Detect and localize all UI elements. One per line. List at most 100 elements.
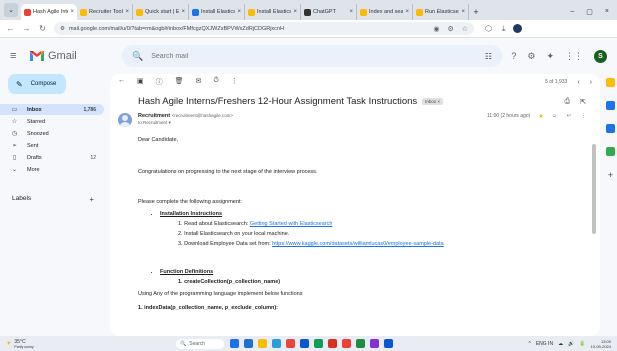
search-bar[interactable]: 🔍 ☷ <box>122 45 502 67</box>
tab-close-icon[interactable]: × <box>125 9 129 15</box>
taskbar-app-icon[interactable] <box>258 339 267 348</box>
extension-icon[interactable]: ⚙ <box>447 25 453 33</box>
taskbar-app-icon[interactable] <box>230 339 239 348</box>
site-info-icon[interactable]: ⚙ <box>60 26 65 32</box>
tab-close-icon[interactable]: × <box>293 9 297 15</box>
search-icon[interactable]: 🔍 <box>132 51 143 62</box>
taskbar-app-icon[interactable] <box>300 339 309 348</box>
browser-tab[interactable]: Quick start | Ela× <box>133 4 189 20</box>
sender-name[interactable]: Recruitment <box>138 113 170 119</box>
browser-tab[interactable]: Install Elastics × <box>245 4 301 20</box>
tab-close-icon[interactable]: × <box>461 9 465 15</box>
tab-search-button[interactable]: ⌄ <box>4 3 18 17</box>
close-window-button[interactable]: × <box>605 8 609 16</box>
sidebar-item-drafts[interactable]: ▯ Drafts 12 <box>0 152 104 163</box>
bookmark-star-icon[interactable]: ☆ <box>462 25 468 33</box>
message-more-icon[interactable]: ⋮ <box>581 113 586 119</box>
reply-icon[interactable]: ↩ <box>567 113 571 119</box>
tab-close-icon[interactable]: × <box>349 9 353 15</box>
weather-widget[interactable]: ☀ 35°C Partly sunny <box>6 339 156 349</box>
email-scrollbar[interactable] <box>592 144 596 234</box>
calendar-icon[interactable] <box>606 78 615 87</box>
taskbar-app-icon[interactable] <box>384 339 393 348</box>
taskbar-app-icon[interactable] <box>356 339 365 348</box>
tab-close-icon[interactable]: × <box>405 9 409 15</box>
clock[interactable]: 13:00 10-09-2024 <box>591 339 611 349</box>
older-button[interactable]: ‹ <box>577 79 579 86</box>
browser-tab[interactable]: Install Elastics × <box>189 4 245 20</box>
language-indicator[interactable]: ENG IN <box>536 341 553 347</box>
sidebar-item-sent[interactable]: ➢ Sent <box>0 140 104 151</box>
star-icon[interactable]: ★ <box>538 113 543 120</box>
volume-icon[interactable]: 🔊 <box>568 341 574 347</box>
more-options-icon[interactable]: ⋮ <box>231 77 238 87</box>
settings-gear-icon[interactable]: ⚙ <box>527 51 535 62</box>
report-spam-icon[interactable]: ⓘ <box>156 77 163 87</box>
gemini-sparkle-icon[interactable]: ✦ <box>546 51 554 62</box>
sidebar-item-more[interactable]: ⌄ More <box>0 164 104 175</box>
extensions-icon[interactable]: ⬡ <box>485 24 492 34</box>
kaggle-dataset-link[interactable]: https://www.kaggle.com/datasets/williaml… <box>272 241 444 247</box>
sidebar-item-snoozed[interactable]: ◷ Snoozed <box>0 128 104 139</box>
browser-tab[interactable]: Recruiter Tools × <box>77 4 133 20</box>
browser-tab[interactable]: Hash Agile Inter × <box>21 4 77 20</box>
taskbar-app-icon[interactable] <box>328 339 337 348</box>
labels-header: Labels + <box>0 195 110 204</box>
minimize-button[interactable]: – <box>570 8 574 16</box>
snooze-icon[interactable]: ⏱ <box>213 77 218 87</box>
tab-close-icon[interactable]: × <box>181 9 185 15</box>
search-options-icon[interactable]: ☷ <box>485 52 492 61</box>
taskbar-search[interactable]: 🔍 Search <box>176 338 224 349</box>
maximize-button[interactable]: ▢ <box>586 8 593 16</box>
sidebar-item-starred[interactable]: ☆ Starred <box>0 116 104 127</box>
browser-tab[interactable]: ChatGPT × <box>301 4 357 20</box>
tab-close-icon[interactable]: × <box>237 9 241 15</box>
keep-icon[interactable] <box>606 101 615 110</box>
browser-tab[interactable]: Run Elasticsear× <box>413 4 469 20</box>
taskbar-app-icon[interactable] <box>342 339 351 348</box>
battery-icon[interactable]: 🔋 <box>579 341 585 347</box>
tasks-icon[interactable] <box>606 124 615 133</box>
account-avatar[interactable]: S <box>594 49 607 63</box>
onedrive-icon[interactable]: ☁ <box>558 341 563 347</box>
taskbar-app-icon[interactable] <box>314 339 323 348</box>
gmail-logo[interactable]: Gmail <box>30 50 116 62</box>
eye-icon[interactable]: ◉ <box>433 25 439 33</box>
elasticsearch-guide-link[interactable]: Getting Started with Elasticsearch <box>250 221 333 227</box>
tab-favicon-icon <box>416 8 423 16</box>
compose-button[interactable]: ✎ Compose <box>8 74 66 94</box>
contacts-icon[interactable] <box>606 147 615 156</box>
archive-icon[interactable]: ▣ <box>137 77 144 87</box>
get-addons-icon[interactable]: + <box>608 170 613 180</box>
reload-button[interactable]: ↻ <box>38 24 47 33</box>
main-menu-icon[interactable]: ≡ <box>10 50 26 62</box>
browser-profile-avatar[interactable] <box>512 24 522 33</box>
help-icon[interactable]: ? <box>511 51 516 61</box>
print-icon[interactable]: ⎙ <box>565 98 571 106</box>
apps-grid-icon[interactable]: ⋮⋮ <box>565 51 583 62</box>
search-input[interactable] <box>151 52 477 60</box>
back-button[interactable]: ← <box>6 24 15 33</box>
browser-tab[interactable]: Index and search× <box>357 4 413 20</box>
recipient-details-toggle[interactable]: to Recruitment ▾ <box>138 120 233 126</box>
address-bar[interactable]: ⚙ mail.google.com/mail/u/0/?tab=rm&ogbl#… <box>54 22 474 35</box>
taskbar-app-icon[interactable] <box>370 339 379 348</box>
sidebar-item-inbox[interactable]: ▭ Inbox 1,786 <box>0 104 104 115</box>
emoji-react-icon[interactable]: ☺ <box>552 113 557 119</box>
back-to-inbox-icon[interactable]: ← <box>118 77 125 87</box>
mark-unread-icon[interactable]: ✉ <box>196 77 202 87</box>
inbox-label-chip[interactable]: Inbox × <box>422 98 444 105</box>
create-label-button[interactable]: + <box>89 195 100 204</box>
download-icon[interactable]: ⤓ <box>502 24 506 34</box>
newer-button[interactable]: › <box>590 79 592 86</box>
taskbar-search-label: Search <box>189 340 206 347</box>
forward-button[interactable]: → <box>22 24 31 33</box>
taskbar-app-icon[interactable] <box>286 339 295 348</box>
taskbar-app-icon[interactable] <box>272 339 281 348</box>
show-hidden-icons-icon[interactable]: ^ <box>528 341 530 347</box>
delete-icon[interactable]: 🗑 <box>175 77 184 87</box>
taskbar-app-icon[interactable] <box>244 339 253 348</box>
open-new-window-icon[interactable]: ⇱ <box>580 98 586 106</box>
new-tab-button[interactable]: + <box>469 4 483 20</box>
tab-close-icon[interactable]: × <box>70 9 74 15</box>
